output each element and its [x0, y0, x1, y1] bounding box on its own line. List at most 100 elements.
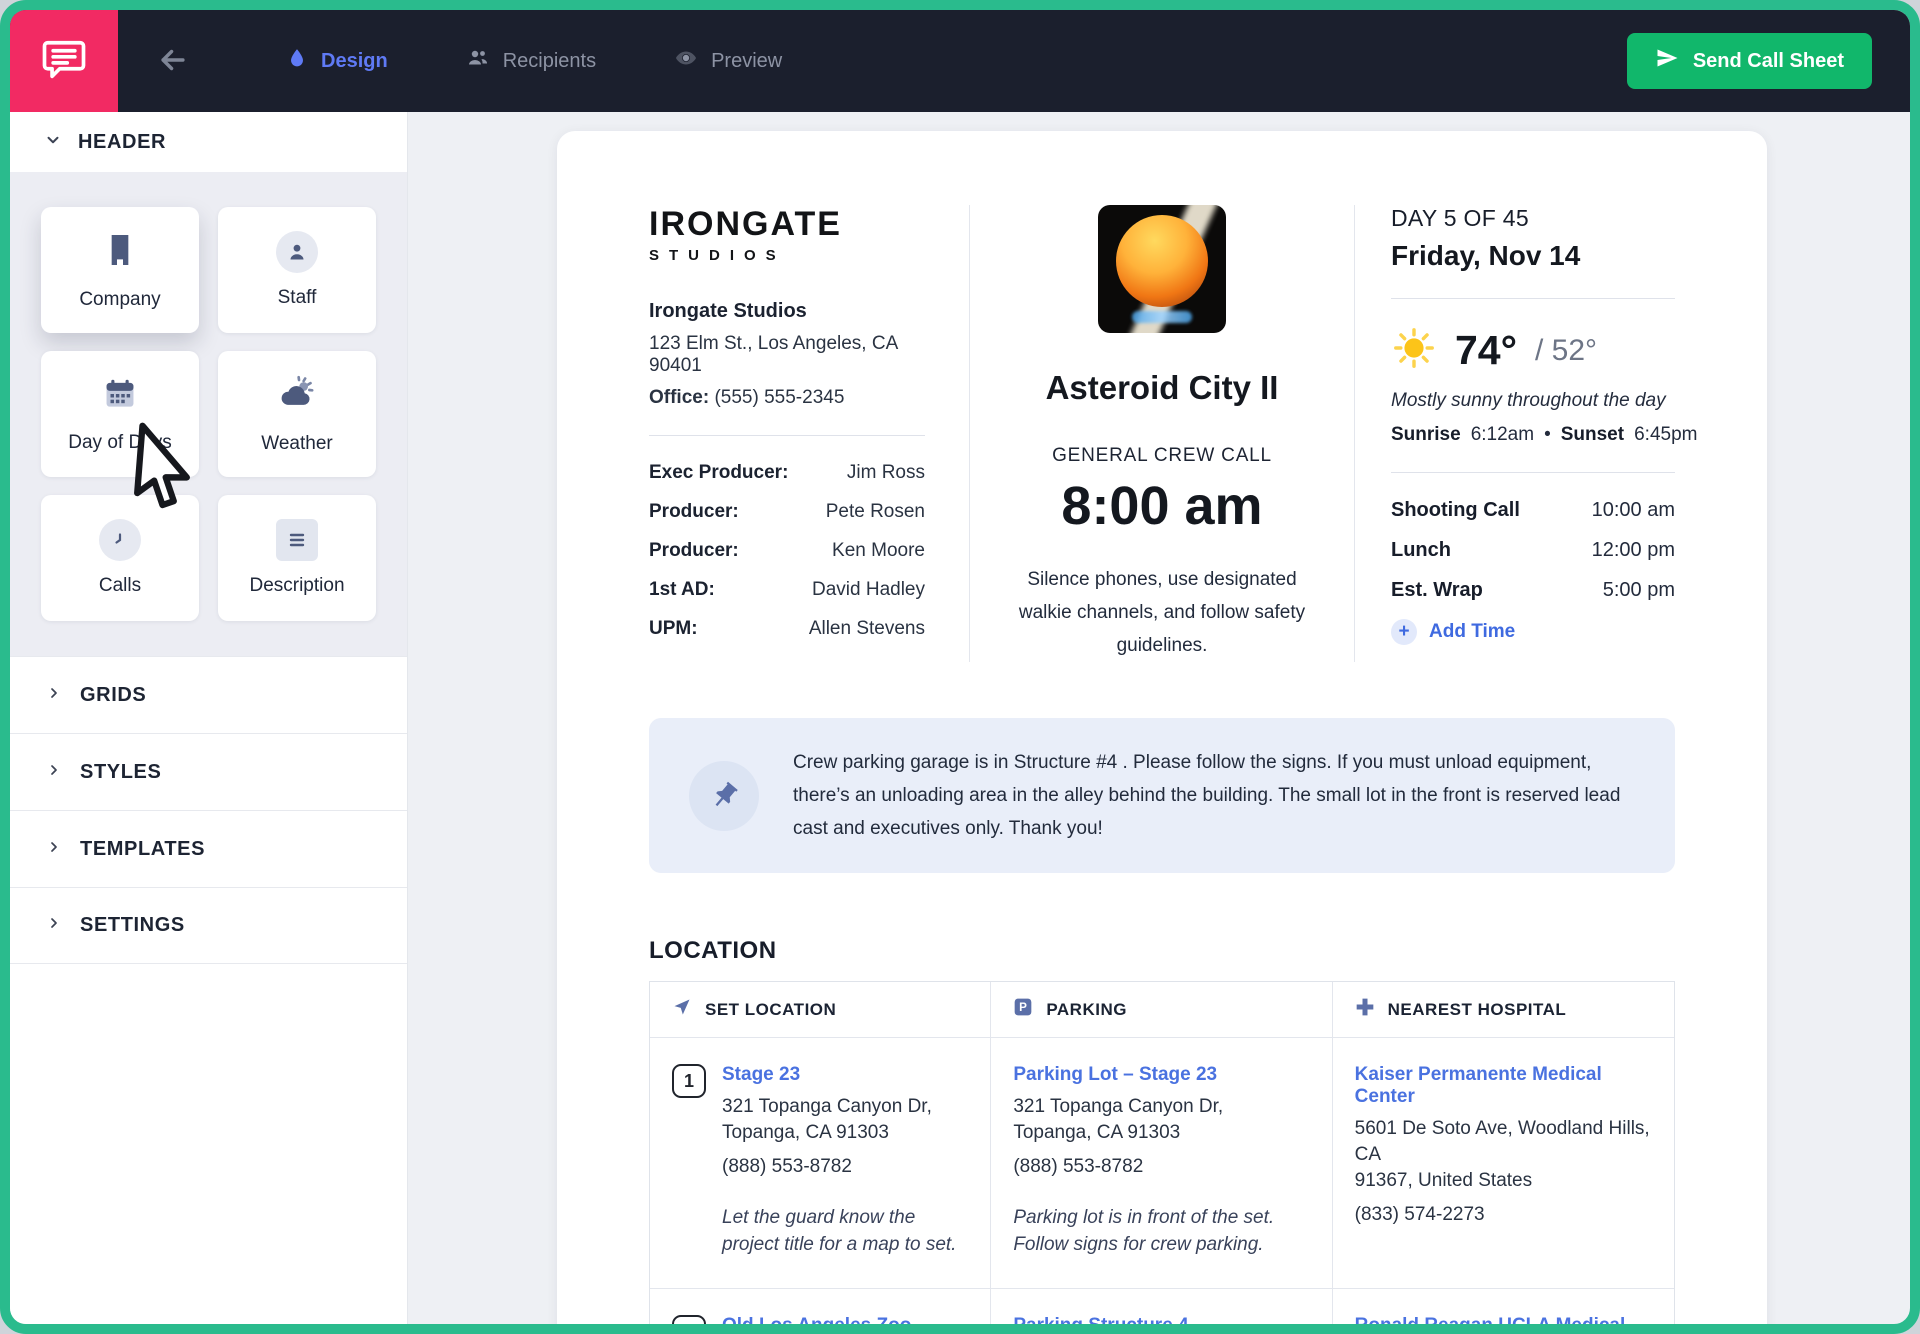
- hospital-cell: Kaiser Permanente Medical Center 5601 De…: [1333, 1038, 1674, 1288]
- crew-name: Jim Ross: [847, 462, 925, 484]
- address-line: Topanga, CA 91303: [722, 1120, 968, 1146]
- templates-section-label: TEMPLATES: [80, 838, 205, 861]
- component-tile-calls[interactable]: Calls: [41, 495, 199, 621]
- set-location-link[interactable]: Stage 23: [722, 1064, 800, 1085]
- send-call-sheet-button[interactable]: Send Call Sheet: [1627, 33, 1872, 89]
- location-number-badge: 2: [672, 1315, 706, 1324]
- set-location-cell: 2 Old Los Angeles Zoo 4801 Griffith Park…: [650, 1289, 991, 1324]
- time-label: Est. Wrap: [1391, 579, 1483, 602]
- clock-icon: [99, 519, 141, 561]
- day-block[interactable]: DAY 5 OF 45 Friday, Nov 14: [1355, 205, 1675, 662]
- company-logo-line1: IRONGATE: [649, 205, 925, 244]
- divider: [1391, 472, 1675, 473]
- parking-link[interactable]: Parking Structure 4: [1013, 1315, 1188, 1324]
- hospital-cross-icon: [1355, 997, 1375, 1022]
- dot-separator: •: [1544, 424, 1551, 446]
- tile-label: Day of Days: [68, 432, 171, 454]
- company-block[interactable]: IRONGATE STUDIOS Irongate Studios 123 El…: [649, 205, 969, 662]
- chevron-down-icon: [44, 131, 62, 154]
- crew-role: Producer:: [649, 501, 739, 523]
- sunset-value: 6:45pm: [1634, 424, 1697, 446]
- chevron-right-icon: [46, 839, 62, 860]
- hospital-link[interactable]: Kaiser Permanente Medical Center: [1355, 1064, 1602, 1107]
- tab-design[interactable]: Design: [286, 46, 388, 76]
- location-row: 1 Stage 23 321 Topanga Canyon Dr, Topang…: [650, 1038, 1674, 1289]
- add-time-button[interactable]: + Add Time: [1391, 619, 1515, 645]
- hospital-cell: Ronald Reagan UCLA Medical Center 757 We…: [1333, 1289, 1674, 1324]
- back-button[interactable]: [156, 43, 190, 80]
- tile-label: Weather: [261, 433, 332, 455]
- add-time-label: Add Time: [1429, 621, 1515, 643]
- parking-note: Parking lot is in front of the set. Foll…: [1013, 1204, 1309, 1258]
- tab-design-label: Design: [321, 50, 388, 73]
- send-icon: [1655, 46, 1679, 76]
- hospital-phone: (833) 574-2273: [1355, 1204, 1652, 1226]
- forecast-text: Mostly sunny throughout the day: [1391, 390, 1675, 412]
- header-section-label: HEADER: [78, 131, 166, 154]
- person-icon: [276, 231, 318, 273]
- crew-role: Producer:: [649, 540, 739, 562]
- component-tile-staff[interactable]: Staff: [218, 207, 376, 333]
- plus-icon: +: [1391, 619, 1417, 645]
- hospital-link[interactable]: Ronald Reagan UCLA Medical Center: [1355, 1315, 1626, 1324]
- grids-section-label: GRIDS: [80, 684, 146, 707]
- time-label: Lunch: [1391, 539, 1451, 562]
- note-block[interactable]: Crew parking garage is in Structure #4 .…: [649, 718, 1675, 873]
- settings-section-label: SETTINGS: [80, 914, 185, 937]
- sunrise-value: 6:12am: [1471, 424, 1534, 446]
- back-arrow-icon: [156, 43, 190, 80]
- calendar-icon: [101, 375, 139, 418]
- studiobinder-logo-icon: [38, 33, 90, 90]
- crew-row: UPM: Allen Stevens: [649, 618, 925, 640]
- parking-phone: (888) 553-8782: [1013, 1156, 1309, 1178]
- crew-role: UPM:: [649, 618, 698, 640]
- crew-name: David Hadley: [812, 579, 925, 601]
- temperature-high: 74°: [1455, 327, 1517, 374]
- sidebar-section-header[interactable]: HEADER: [10, 112, 407, 172]
- set-location-cell: 1 Stage 23 321 Topanga Canyon Dr, Topang…: [650, 1038, 991, 1288]
- app-logo[interactable]: [10, 10, 118, 112]
- component-tile-day-of-days[interactable]: Day of Days: [41, 351, 199, 477]
- tile-label: Staff: [278, 287, 317, 309]
- crew-name: Ken Moore: [832, 540, 925, 562]
- location-table[interactable]: SET LOCATION P PARKING NEAR: [649, 981, 1675, 1324]
- day-of-days: DAY 5 OF 45: [1391, 205, 1675, 232]
- poster-planet: [1116, 215, 1208, 307]
- building-icon: [100, 230, 140, 275]
- pushpin-icon: [689, 761, 759, 831]
- crew-name: Pete Rosen: [826, 501, 925, 523]
- location-row: 2 Old Los Angeles Zoo 4801 Griffith Park…: [650, 1289, 1674, 1324]
- sidebar-section-settings[interactable]: SETTINGS: [10, 887, 407, 964]
- component-tile-description[interactable]: Description: [218, 495, 376, 621]
- component-tile-weather[interactable]: Weather: [218, 351, 376, 477]
- divider: [1391, 298, 1675, 299]
- call-sheet-header: IRONGATE STUDIOS Irongate Studios 123 El…: [649, 205, 1675, 662]
- send-button-label: Send Call Sheet: [1693, 50, 1844, 73]
- location-number-badge: 1: [672, 1064, 706, 1098]
- hospital-address: 5601 De Soto Ave, Woodland Hills, CA 913…: [1355, 1116, 1652, 1194]
- production-block[interactable]: Asteroid City II GENERAL CREW CALL 8:00 …: [969, 205, 1355, 662]
- chevron-right-icon: [46, 762, 62, 783]
- office-label: Office:: [649, 387, 709, 408]
- set-location-link[interactable]: Old Los Angeles Zoo: [722, 1315, 911, 1324]
- sidebar-section-styles[interactable]: STYLES: [10, 733, 407, 810]
- address-line: 5601 De Soto Ave, Woodland Hills, CA: [1355, 1116, 1652, 1168]
- time-value: 10:00 am: [1592, 499, 1675, 522]
- tab-preview[interactable]: Preview: [674, 46, 782, 76]
- component-tile-company[interactable]: Company: [41, 207, 199, 333]
- time-value: 5:00 pm: [1603, 579, 1675, 602]
- people-icon: [466, 46, 490, 76]
- address-line: 321 Topanga Canyon Dr,: [1013, 1094, 1309, 1120]
- production-poster: [1098, 205, 1226, 333]
- parking-link[interactable]: Parking Lot – Stage 23: [1013, 1064, 1217, 1085]
- call-time-row: Shooting Call 10:00 am: [1391, 499, 1675, 522]
- company-office-line: Office: (555) 555-2345: [649, 387, 925, 409]
- tab-recipients[interactable]: Recipients: [466, 46, 596, 76]
- general-crew-call-label: GENERAL CREW CALL: [1052, 445, 1272, 467]
- company-name: Irongate Studios: [649, 300, 925, 323]
- navigation-icon: [672, 997, 692, 1022]
- sidebar-section-grids[interactable]: GRIDS: [10, 656, 407, 733]
- column-header-nearest-hospital: NEAREST HOSPITAL: [1333, 982, 1674, 1037]
- time-label: Shooting Call: [1391, 499, 1520, 522]
- sidebar-section-templates[interactable]: TEMPLATES: [10, 810, 407, 887]
